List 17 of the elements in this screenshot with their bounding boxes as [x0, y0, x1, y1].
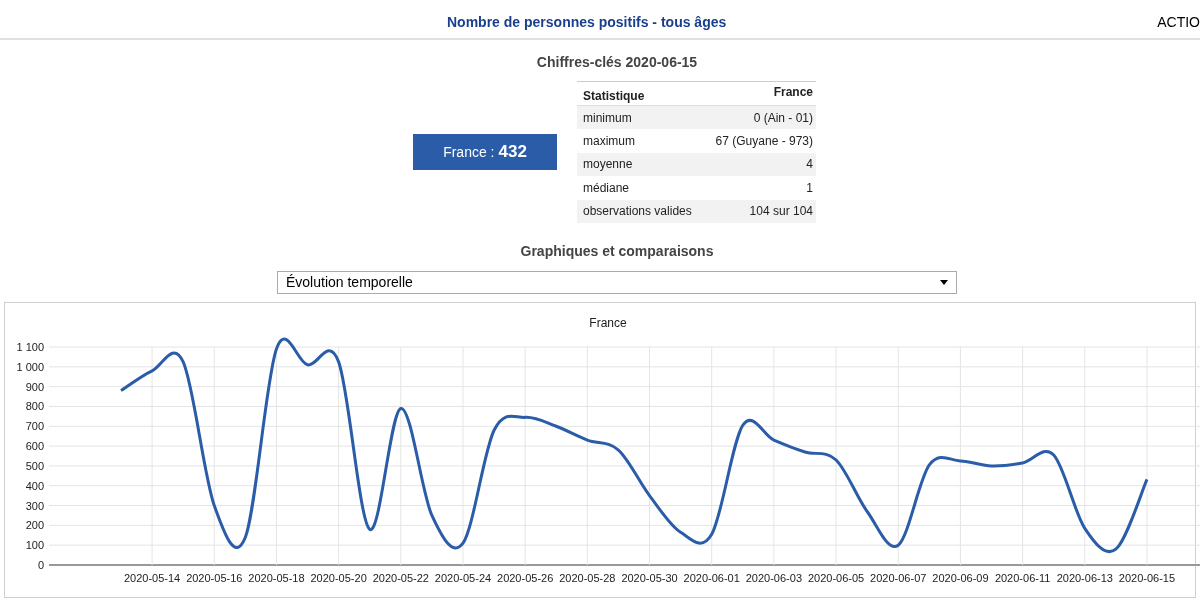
table-cell: médiane [577, 176, 706, 200]
table-cell: 104 sur 104 [705, 199, 816, 223]
table-cell: 1 [705, 176, 816, 200]
table-cell: 0 (Ain - 01) [705, 105, 816, 129]
section-title: Chiffres-clés 2020-06-15 [536, 53, 698, 72]
key-figure-badge: France : 432 [413, 134, 557, 170]
column-header: Statistique [577, 81, 706, 106]
actions-label: ACTIO [1157, 13, 1200, 32]
table-cell: observations valides [577, 199, 706, 223]
chart-type-select[interactable]: Évolution temporelle [277, 271, 957, 294]
section-title: Graphiques et comparaisons [520, 242, 714, 261]
table-cell: minimum [577, 105, 706, 129]
table-cell: 4 [705, 152, 816, 176]
column-header: France [705, 81, 816, 106]
caret-icon [940, 280, 948, 285]
page-title: Nombre de personnes positifs - tous âges [447, 13, 727, 32]
table-cell: moyenne [577, 152, 706, 176]
